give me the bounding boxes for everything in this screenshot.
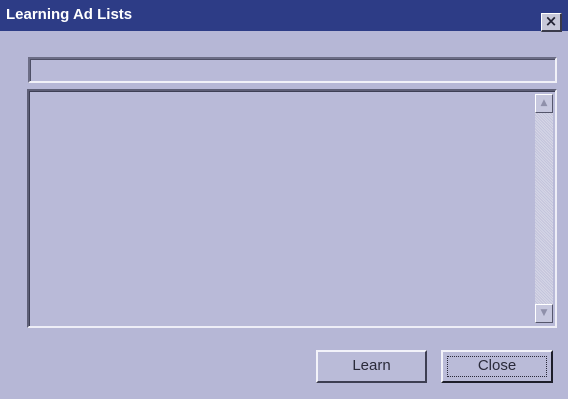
window-title: Learning Ad Lists [6,6,133,23]
ad-list-box[interactable]: ▲ ▼ [27,89,557,328]
ad-list-bevel [29,91,555,326]
close-icon[interactable]: × [541,13,562,32]
learn-button-label: Learn [352,357,391,374]
close-button[interactable]: Close [441,350,553,383]
vertical-scrollbar[interactable]: ▲ ▼ [535,94,553,323]
learning-ad-lists-dialog: Learning Ad Lists × ▲ ▼ Learn Close [0,0,568,399]
close-button-label: Close [477,357,517,374]
scroll-down-arrow-icon[interactable]: ▼ [535,304,553,323]
status-field [28,57,557,83]
title-bar[interactable]: Learning Ad Lists × [0,0,568,32]
learn-button[interactable]: Learn [316,350,427,383]
status-field-bevel [30,59,555,81]
scroll-up-arrow-icon[interactable]: ▲ [535,94,553,113]
